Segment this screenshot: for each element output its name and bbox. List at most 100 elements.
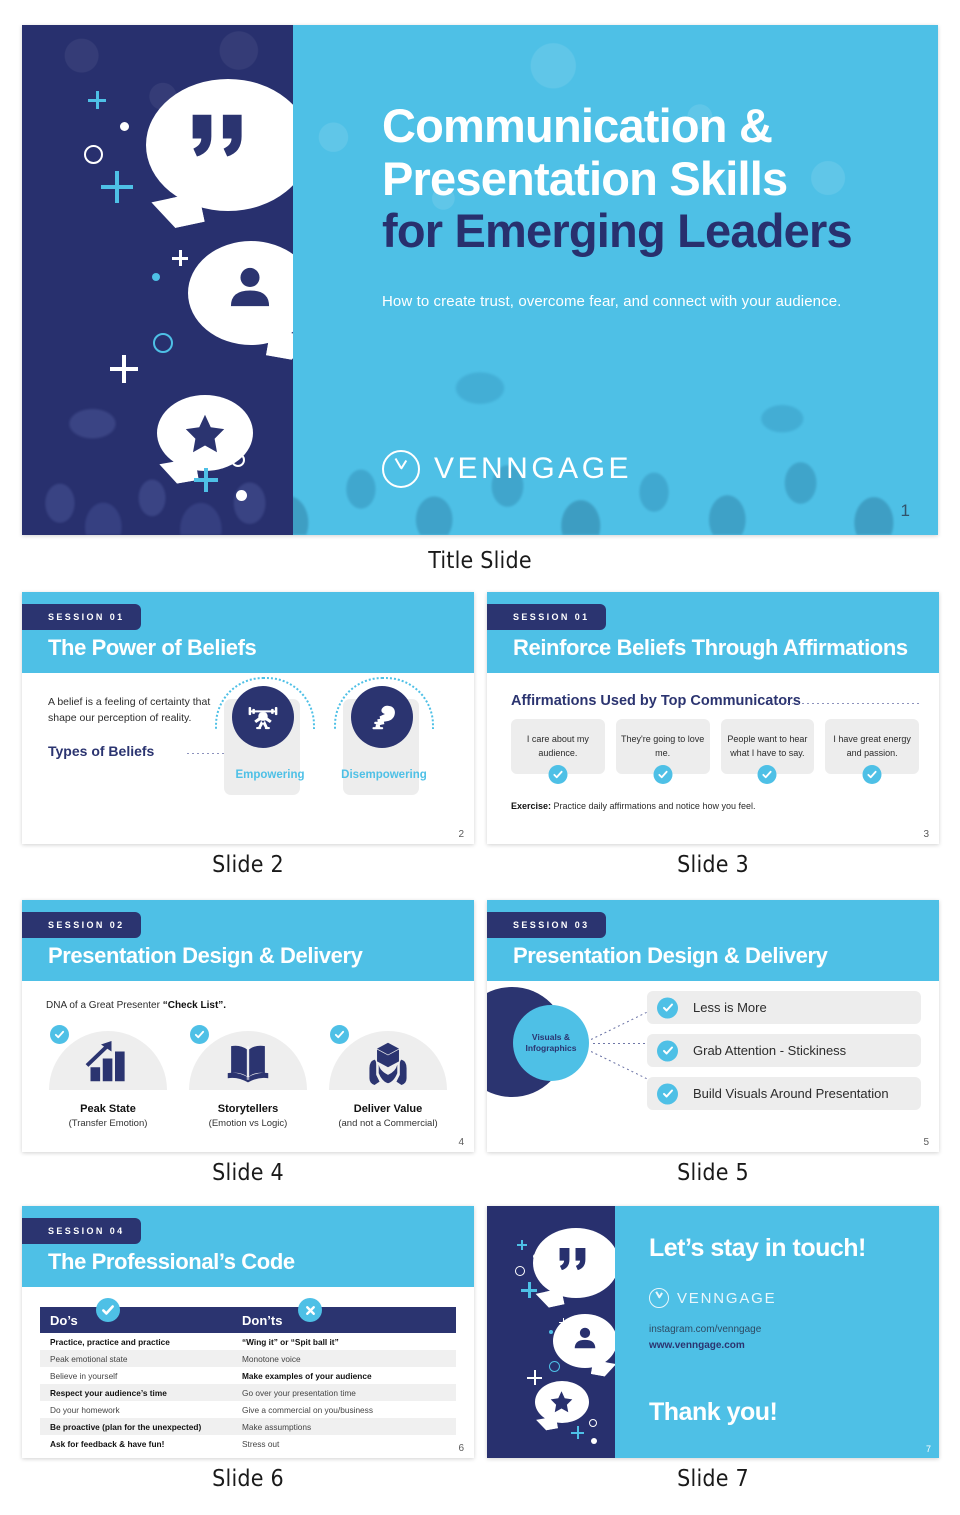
slide-5[interactable]: SESSION 03 Presentation Design & Deliver… xyxy=(487,900,939,1152)
cross-icon xyxy=(298,1298,322,1322)
slide-7[interactable]: Let’s stay in touch! VENNGAGE instagram.… xyxy=(487,1206,939,1458)
slide-title: The Professional’s Code xyxy=(48,1249,295,1274)
session-badge: SESSION 04 xyxy=(22,1218,141,1244)
ring-decoration xyxy=(84,145,103,164)
affirmation-card-list: I care about my audience. They're going … xyxy=(511,719,919,784)
table-column-header-dos: Do’s xyxy=(50,1312,78,1328)
plus-decoration xyxy=(527,1370,542,1385)
slide-title: Presentation Design & Delivery xyxy=(48,943,363,968)
checklist-column[interactable]: Deliver Value (and not a Commercial) xyxy=(318,1021,458,1129)
weightlifter-icon xyxy=(232,686,294,748)
dot-decoration xyxy=(591,1438,597,1444)
ring-decoration xyxy=(589,1419,597,1427)
slide-3[interactable]: SESSION 01 Reinforce Beliefs Through Aff… xyxy=(487,592,939,844)
affirmation-card[interactable]: People want to hear what I have to say. xyxy=(720,719,815,784)
table-cell-do: Be proactive (plan for the unexpected) xyxy=(50,1421,202,1432)
hub-label-line2: Infographics xyxy=(525,1043,577,1053)
check-icon xyxy=(50,1025,69,1044)
star-bubble-icon xyxy=(535,1381,589,1432)
page-number: 5 xyxy=(923,1137,929,1148)
venngage-clock-icon xyxy=(382,450,420,488)
session-badge: SESSION 02 xyxy=(22,912,141,938)
slide-caption: Title Slide xyxy=(428,548,532,574)
table-row: Peak emotional state Monotone voice xyxy=(40,1350,456,1367)
slide-caption: Slide 4 xyxy=(212,1160,284,1186)
table-cell-do: Practice, practice and practice xyxy=(50,1336,170,1347)
slide-6[interactable]: SESSION 04 The Professional’s Code Do’s … xyxy=(22,1206,474,1458)
slide-2-body: A belief is a feeling of certainty that … xyxy=(22,673,474,844)
dot-decoration xyxy=(549,1330,553,1334)
table-column-header-donts: Don’ts xyxy=(242,1312,283,1328)
instagram-handle[interactable]: instagram.com/venngage xyxy=(649,1324,761,1335)
plus-decoration xyxy=(101,171,133,203)
check-icon xyxy=(653,765,673,784)
plus-decoration xyxy=(110,355,138,383)
table-cell-do: Peak emotional state xyxy=(50,1353,128,1364)
plus-decoration xyxy=(194,468,218,492)
slide-caption: Slide 5 xyxy=(677,1160,749,1186)
check-icon xyxy=(657,997,678,1018)
affirmation-text: I care about my audience. xyxy=(526,734,589,758)
table-cell-do: Believe in yourself xyxy=(50,1370,118,1381)
affirmation-card[interactable]: They're going to love me. xyxy=(615,719,710,784)
table-cell-dont: Go over your presentation time xyxy=(242,1387,356,1398)
affirmation-text: They're going to love me. xyxy=(620,734,705,758)
affirmation-card[interactable]: I have great energy and passion. xyxy=(825,719,919,784)
venngage-clock-icon xyxy=(649,1288,669,1308)
table-cell-do: Do your homework xyxy=(50,1404,120,1415)
benefit-list: Less is More Grab Attention - Stickiness… xyxy=(647,991,921,1120)
title-line-2: Presentation Skills xyxy=(382,151,788,205)
slide-5-body: Visuals & Infographics Less is More Grab… xyxy=(487,981,939,1152)
hub-label: Visuals & Infographics xyxy=(525,1032,576,1055)
page-number: 2 xyxy=(458,829,464,840)
checklist-intro-plain: DNA of a Great Presenter xyxy=(46,1000,163,1011)
checklist-columns: Peak State (Transfer Emotion) Storytelle… xyxy=(38,1021,458,1129)
check-icon xyxy=(657,1040,678,1061)
checklist-column[interactable]: Storytellers (Emotion vs Logic) xyxy=(178,1021,318,1129)
exercise-note: Exercise: Practice daily affirmations an… xyxy=(511,801,755,811)
title-line-1: Communication & xyxy=(382,99,773,152)
slide-4-body: DNA of a Great Presenter “Check List”. P… xyxy=(22,981,474,1152)
venngage-logo: VENNGAGE xyxy=(649,1288,776,1308)
dot-decoration xyxy=(533,1254,538,1259)
check-icon xyxy=(190,1025,209,1044)
slide-7-left-panel xyxy=(487,1206,615,1458)
slide-4[interactable]: SESSION 02 Presentation Design & Deliver… xyxy=(22,900,474,1152)
benefit-label: Build Visuals Around Presentation xyxy=(693,1086,889,1101)
session-badge: SESSION 03 xyxy=(487,912,606,938)
quote-bubble-icon xyxy=(146,79,294,232)
checklist-intro: DNA of a Great Presenter “Check List”. xyxy=(46,1000,226,1011)
affirmation-card[interactable]: I care about my audience. xyxy=(511,719,605,784)
dotted-divider xyxy=(777,703,919,704)
benefit-label: Less is More xyxy=(693,1000,767,1015)
table-cell-dont: Monotone voice xyxy=(242,1353,301,1364)
ring-decoration xyxy=(515,1266,525,1276)
slide-2[interactable]: SESSION 01 The Power of Beliefs A belief… xyxy=(22,592,474,844)
benefit-row[interactable]: Grab Attention - Stickiness xyxy=(647,1034,921,1067)
checklist-column[interactable]: Peak State (Transfer Emotion) xyxy=(38,1021,178,1129)
connector-line xyxy=(590,1051,647,1080)
hub-label-line1: Visuals & xyxy=(531,1031,571,1042)
connector-line xyxy=(593,1043,655,1044)
check-icon xyxy=(548,765,568,784)
person-bubble-icon xyxy=(188,241,294,363)
presentation-template-sheet: Communication & Presentation Skills for … xyxy=(0,0,960,1515)
exercise-text: Practice daily affirmations and notice h… xyxy=(551,801,756,811)
venngage-wordmark: VENNGAGE xyxy=(677,1289,777,1307)
benefit-row[interactable]: Build Visuals Around Presentation xyxy=(647,1077,921,1110)
page-number: 3 xyxy=(923,829,929,840)
affirmation-text: People want to hear what I have to say. xyxy=(727,734,808,758)
table-cell-dont: Make assumptions xyxy=(242,1421,312,1432)
check-icon xyxy=(657,1083,678,1104)
table-cell-do: Ask for feedback & have fun! xyxy=(50,1438,165,1449)
slide-3-header: SESSION 01 Reinforce Beliefs Through Aff… xyxy=(487,592,939,673)
checklist-subtitle: (and not a Commercial) xyxy=(338,1118,438,1129)
title-slide[interactable]: Communication & Presentation Skills for … xyxy=(22,25,938,535)
table-cell-dont: “Wing it” or “Spit ball it” xyxy=(242,1336,339,1347)
website-url[interactable]: www.venngage.com xyxy=(649,1340,745,1351)
dos-and-donts-table: Do’s Don’ts Practice, practice and pract… xyxy=(40,1298,456,1452)
slide-caption: Slide 3 xyxy=(677,852,749,878)
benefit-row[interactable]: Less is More xyxy=(647,991,921,1024)
plus-decoration xyxy=(571,1426,584,1439)
dot-decoration xyxy=(120,122,129,131)
